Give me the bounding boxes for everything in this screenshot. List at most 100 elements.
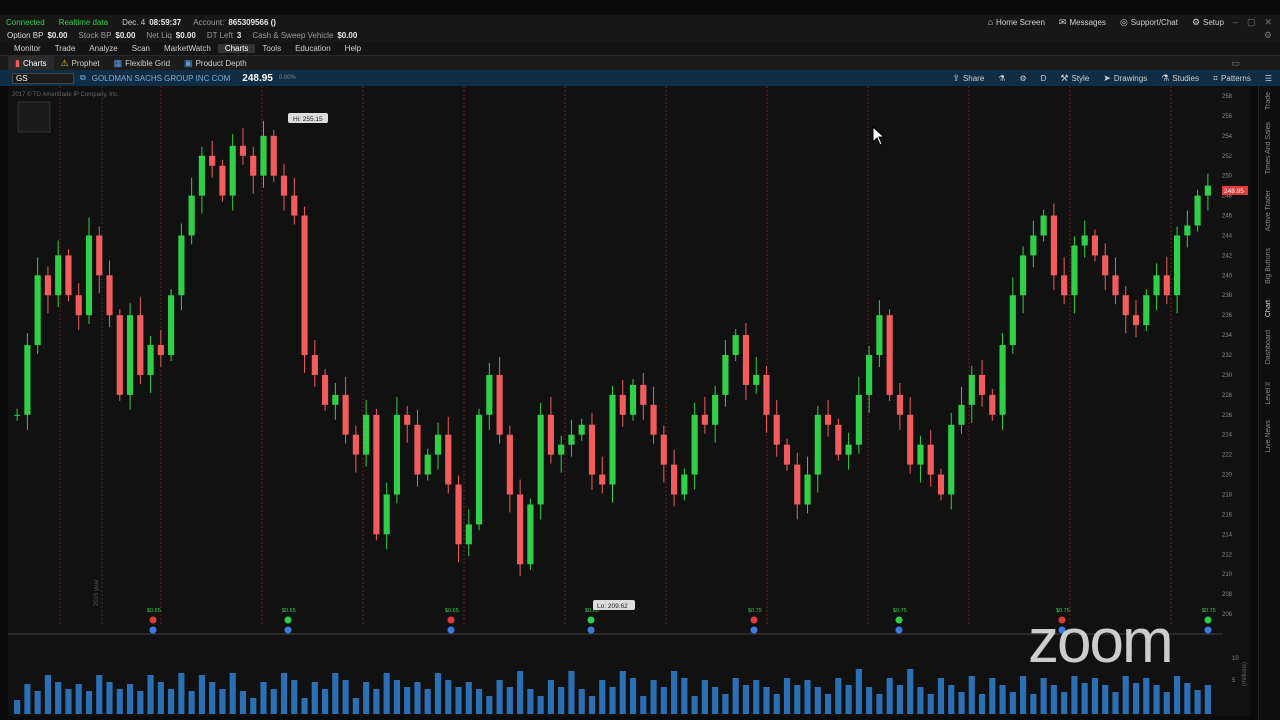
volume-bar: [1112, 692, 1119, 714]
tab-prophet[interactable]: ⚠ Prophet: [54, 56, 107, 70]
volume-bar: [188, 691, 195, 714]
price-tick: 242: [1222, 253, 1233, 259]
price-tick: 222: [1222, 453, 1233, 459]
candle-body: [999, 345, 1006, 415]
candle-body: [14, 414, 21, 416]
side-tab-chart[interactable]: Chart: [1265, 300, 1272, 317]
timeframe-button[interactable]: D: [1041, 74, 1047, 83]
volume-bar: [486, 696, 493, 714]
volume-bar: [1163, 692, 1170, 714]
account-select[interactable]: 865309566 (): [228, 18, 276, 27]
candle-body: [1091, 235, 1099, 256]
menu-icon[interactable]: ☰: [1265, 74, 1272, 83]
volume-bar: [168, 689, 175, 714]
candle-body: [1143, 295, 1150, 326]
tab-product-depth[interactable]: ▣ Product Depth: [177, 56, 254, 70]
volume-bar: [547, 680, 554, 714]
maximize-icon[interactable]: ▢: [1247, 17, 1256, 28]
candle-body: [414, 424, 421, 475]
candle-body: [753, 374, 760, 385]
volume-bar: [75, 684, 82, 714]
volume-bar: [1040, 678, 1047, 714]
volume-bar: [917, 687, 924, 714]
menu-tools[interactable]: Tools: [255, 44, 288, 53]
share-button[interactable]: ⇪ Share: [952, 73, 984, 84]
volume-bar: [116, 689, 123, 714]
candle-body: [34, 275, 41, 346]
menu-scan[interactable]: Scan: [125, 44, 157, 53]
candle-body: [168, 295, 175, 356]
volume-bar: [763, 687, 770, 714]
link-icon[interactable]: ⧉: [80, 73, 86, 83]
right-sidebar: Trade Times And Sales Active Trader Big …: [1258, 86, 1280, 720]
flask-icon[interactable]: ⚗: [998, 74, 1005, 83]
menu-education[interactable]: Education: [288, 44, 338, 53]
volume-bar: [393, 680, 401, 714]
menu-help[interactable]: Help: [338, 44, 368, 53]
candle-body: [722, 355, 729, 395]
patterns-icon: ⌗: [1212, 72, 1219, 83]
style-button[interactable]: ⚒ Style: [1060, 73, 1089, 84]
volume-bar: [845, 685, 852, 714]
earnings-marker: [284, 626, 292, 634]
volume-bar: [1091, 678, 1099, 714]
side-tab-level-ii[interactable]: Level II: [1265, 382, 1272, 405]
tab-charts[interactable]: ▮ Charts: [8, 56, 54, 70]
side-tab-live-news[interactable]: Live News: [1265, 420, 1272, 452]
svg-text:Hi: 255.15: Hi: 255.15: [293, 116, 323, 123]
realtime-status: Realtime data: [58, 17, 109, 27]
dividend-label: $0.65: [282, 608, 296, 614]
volume-bar: [1102, 685, 1109, 714]
settings-gear-icon[interactable]: ⚙: [1264, 30, 1272, 41]
setup-link[interactable]: ⚙ Setup: [1192, 17, 1224, 28]
candle-body: [527, 504, 534, 565]
earnings-marker: [1204, 626, 1212, 634]
volume-bar: [373, 689, 380, 714]
volume-bar: [712, 687, 719, 714]
volume-bar: [383, 673, 390, 714]
drawings-button[interactable]: ➤ Drawings: [1103, 73, 1147, 84]
support-link[interactable]: ◎ Support/Chat: [1120, 17, 1178, 28]
volume-bar: [742, 685, 750, 714]
candle-body: [465, 524, 472, 545]
menu-trade[interactable]: Trade: [48, 44, 83, 53]
volume-bar: [609, 687, 616, 714]
volume-bar: [537, 696, 544, 714]
price-tick: 250: [1222, 174, 1233, 180]
volume-bar: [1081, 683, 1088, 714]
chart-subtabs: ▮ Charts ⚠ Prophet ▦ Flexible Grid ▣ Product…: [0, 56, 1280, 70]
menu-marketwatch[interactable]: MarketWatch: [157, 44, 218, 53]
minimize-icon[interactable]: –: [1233, 17, 1238, 27]
layout-icon[interactable]: ▭: [1231, 58, 1240, 69]
menu-analyze[interactable]: Analyze: [82, 44, 124, 53]
patterns-button[interactable]: ⌗ Patterns: [1213, 73, 1251, 84]
candle-body: [1040, 215, 1047, 236]
candle-body: [96, 235, 103, 276]
side-tab-times-and-sales[interactable]: Times And Sales: [1265, 122, 1272, 174]
candle-body: [198, 155, 205, 196]
side-tab-active-trader[interactable]: Active Trader: [1265, 190, 1272, 231]
side-tab-trade[interactable]: Trade: [1265, 92, 1272, 110]
gear-chart-icon[interactable]: ⚙: [1019, 74, 1026, 83]
volume-bar: [1020, 676, 1027, 714]
candle-body: [1050, 215, 1057, 276]
menu-monitor[interactable]: Monitor: [7, 44, 48, 53]
price-tick: 212: [1222, 552, 1233, 558]
volume-bar: [250, 698, 257, 714]
tab-flexible-grid[interactable]: ▦ Flexible Grid: [107, 56, 177, 70]
volume-bar: [588, 696, 596, 714]
close-icon[interactable]: ✕: [1264, 17, 1272, 28]
volume-bar: [198, 675, 205, 714]
menu-charts[interactable]: Charts: [217, 44, 256, 53]
home-screen-link[interactable]: ⌂ Home Screen: [988, 17, 1045, 27]
studies-button[interactable]: ⚗ Studies: [1161, 73, 1199, 84]
side-tab-big-buttons[interactable]: Big Buttons: [1265, 248, 1272, 284]
candle-body: [763, 374, 770, 415]
candle-body: [311, 355, 318, 375]
side-tab-dashboard[interactable]: Dashboard: [1265, 330, 1272, 364]
candle-body: [568, 434, 575, 445]
messages-link[interactable]: ✉ Messages: [1059, 17, 1106, 28]
candles: [14, 120, 1211, 577]
symbol-input[interactable]: GS: [12, 72, 74, 84]
volume-bar: [178, 673, 185, 714]
